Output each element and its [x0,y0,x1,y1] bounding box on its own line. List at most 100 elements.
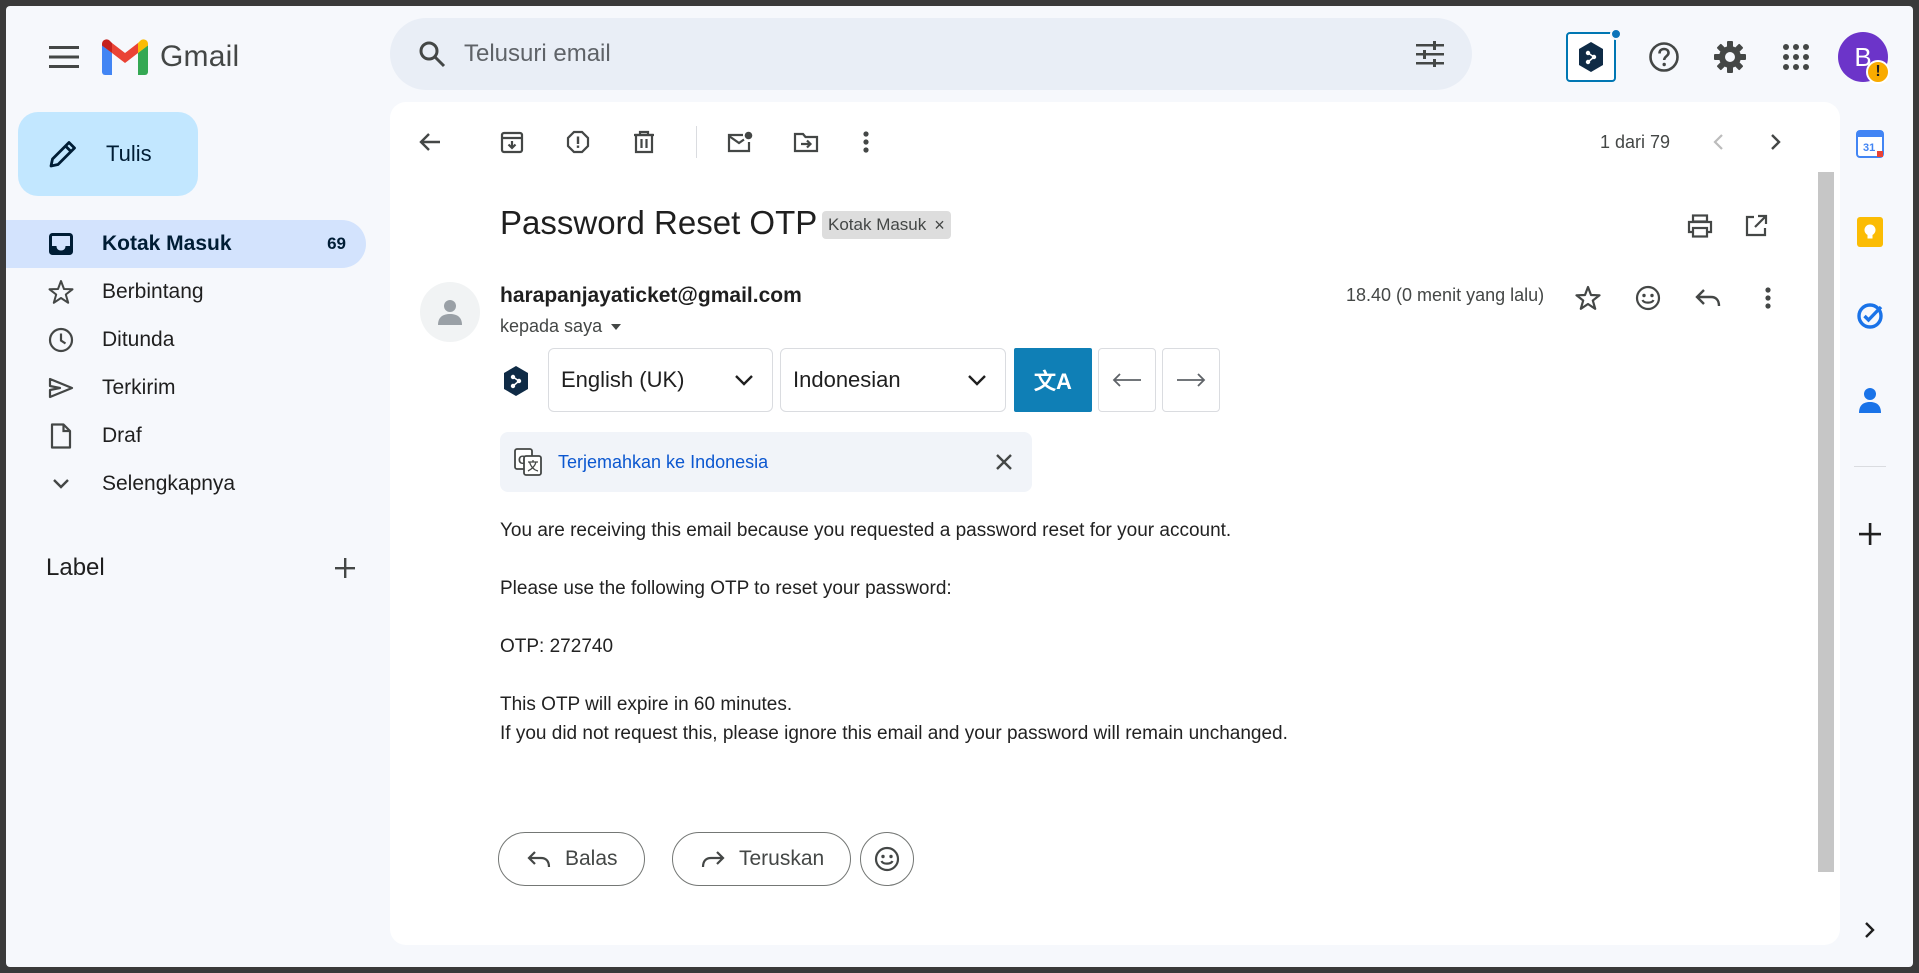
help-icon[interactable] [1640,33,1688,81]
translate-to-indonesian-link[interactable]: Terjemahkan ke Indonesia [558,452,992,473]
message-more-vert-icon[interactable] [1748,278,1788,318]
label-chip-text: Kotak Masuk [828,215,927,234]
google-tasks-icon[interactable] [1850,296,1890,336]
pagination-text: 1 dari 79 [1600,132,1671,152]
sidebar-item-sent[interactable]: Terkirim [6,364,366,412]
label-chip-inbox[interactable]: Kotak Masuk × [822,211,951,239]
search-bar[interactable]: Telusuri email [390,18,1472,90]
star-icon[interactable] [1568,278,1608,318]
more-vert-icon[interactable] [846,122,886,162]
sidebar-item-inbox[interactable]: Kotak Masuk 69 [6,220,366,268]
compose-button[interactable]: Tulis [18,112,198,196]
sidebar-item-more[interactable]: Selengkapnya [6,460,366,508]
show-translation-button[interactable] [1162,348,1220,412]
delete-trash-icon[interactable] [624,122,664,162]
email-body-line: This OTP will expire in 60 minutes. [500,694,793,715]
reply-arrow-icon[interactable] [1688,278,1728,318]
sidebar-item-label: Kotak Masuk [102,232,232,255]
svg-text:31: 31 [1863,142,1875,154]
settings-gear-icon[interactable] [1706,33,1754,81]
google-calendar-icon[interactable]: 31 [1850,124,1890,164]
newer-chevron-left-icon[interactable] [1698,122,1738,162]
email-body-line: You are receiving this email because you… [500,520,1232,541]
app-name: Gmail [160,40,240,73]
email-body-line: If you did not request this, please igno… [500,723,1288,744]
recipient-line[interactable]: kepada saya [500,316,622,337]
target-language-select[interactable]: Indonesian [780,348,1006,412]
sidebar-nav: Kotak Masuk 69 Berbintang Ditunda Terkir… [6,220,366,508]
notification-dot [1610,28,1622,40]
hamburger-icon [49,46,79,68]
close-icon[interactable] [992,450,1016,474]
google-contacts-icon[interactable] [1850,380,1890,420]
add-reaction-emoji-icon[interactable] [1628,278,1668,318]
search-icon[interactable] [412,34,452,74]
translate-button[interactable]: 文A [1014,348,1092,412]
report-spam-icon[interactable] [558,122,598,162]
sender-email[interactable]: harapanjayaticket@gmail.com [500,284,802,308]
reply-button[interactable]: Balas [498,832,645,886]
sidebar-item-label: Terkirim [102,376,176,399]
email-subject: Password Reset OTP [500,204,818,241]
older-chevron-right-icon[interactable] [1756,122,1796,162]
arrow-right-icon [1177,373,1206,387]
unread-count: 69 [327,234,346,253]
labels-section-header: Label [46,554,356,582]
inbox-icon [46,229,76,259]
email-body-line: Please use the following OTP to reset yo… [500,578,952,599]
sidebar-item-starred[interactable]: Berbintang [6,268,366,316]
archive-icon[interactable] [492,122,532,162]
google-keep-icon[interactable] [1850,212,1890,252]
arrow-left-icon [1112,373,1141,387]
send-icon [46,373,76,403]
back-arrow-icon[interactable] [410,122,450,162]
scrollbar[interactable] [1818,172,1834,872]
chevron-down-icon [968,375,986,386]
print-icon[interactable] [1680,206,1720,246]
gmail-m-icon [102,39,148,75]
sidebar-item-snoozed[interactable]: Ditunda [6,316,366,364]
sidebar-item-drafts[interactable]: Draf [6,412,366,460]
main-menu-button[interactable] [44,37,84,77]
forward-arrow-icon [701,851,725,868]
toolbar-divider [696,126,697,158]
expand-side-panel-chevron-icon[interactable] [1850,910,1890,950]
sidebar-item-label: Berbintang [102,280,204,303]
show-original-button[interactable] [1098,348,1156,412]
mark-unread-icon[interactable] [720,122,760,162]
compose-label: Tulis [106,141,152,166]
labels-heading: Label [46,554,105,581]
source-language-select[interactable]: English (UK) [548,348,773,412]
gmail-window: Gmail Telusuri email B ! Tulis Kotak Mas… [6,6,1913,967]
chevron-down-icon [735,375,753,386]
move-to-folder-icon[interactable] [786,122,826,162]
account-warning-badge: ! [1866,60,1890,84]
get-addons-plus-icon[interactable] [1850,514,1890,554]
forward-label: Teruskan [739,847,825,870]
remove-label-icon[interactable]: × [934,215,945,236]
open-new-window-icon[interactable] [1736,206,1776,246]
translate-icon: 文A [1034,369,1072,394]
clock-icon [46,325,76,355]
gmail-logo[interactable]: Gmail [102,37,239,77]
search-options-icon[interactable] [1410,34,1450,74]
add-label-plus-icon[interactable] [334,557,356,579]
emoji-icon [874,846,900,872]
recipient-text: kepada saya [500,316,603,336]
person-icon [438,300,462,325]
sidebar-item-label: Draf [102,424,142,447]
forward-button[interactable]: Teruskan [672,832,852,886]
deepl-extension-button[interactable] [1566,32,1616,82]
chevron-down-icon [46,469,76,499]
apps-grid-icon[interactable] [1772,33,1820,81]
sidebar-item-label: Selengkapnya [102,472,236,495]
deepl-logo-icon [502,364,532,400]
draft-icon [46,421,76,451]
rail-divider [1854,466,1886,467]
pencil-icon [46,137,80,171]
search-input[interactable]: Telusuri email [464,40,1410,68]
sender-avatar[interactable] [420,282,480,342]
sidebar-item-label: Ditunda [102,328,175,351]
caret-down-icon [611,323,622,330]
react-emoji-button[interactable] [860,832,914,886]
